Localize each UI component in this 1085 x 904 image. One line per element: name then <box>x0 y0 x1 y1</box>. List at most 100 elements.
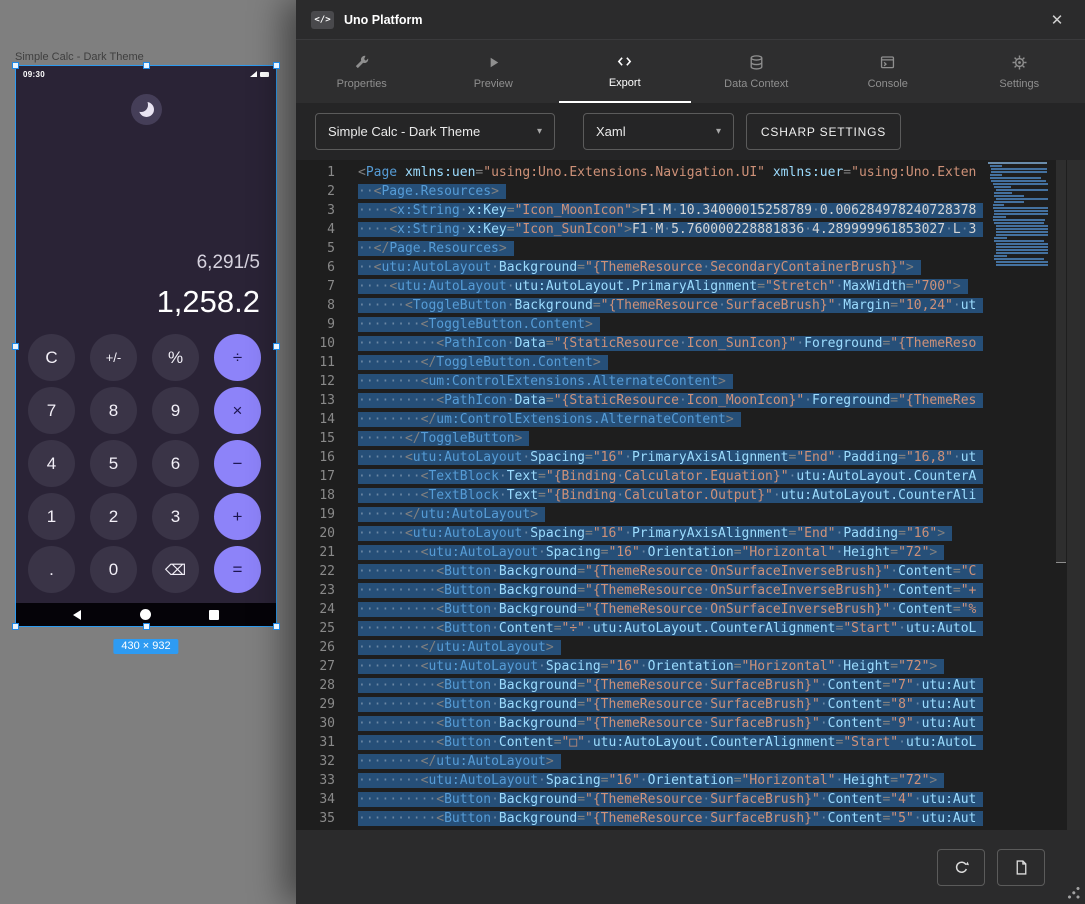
phone-preview[interactable]: 09:30 6,291/5 1,258.2 C+/-%÷789×456−123+… <box>16 66 276 626</box>
close-button[interactable]: ✕ <box>1044 11 1070 29</box>
code-line-11[interactable]: 11········</ToggleButton.Content> <box>296 353 985 372</box>
code-text: ········<utu:AutoLayout·Spacing="16"·Ori… <box>358 543 944 562</box>
code-line-28[interactable]: 28··········<Button·Background="{ThemeRe… <box>296 676 985 695</box>
selection-handle[interactable] <box>143 62 150 69</box>
tab-settings[interactable]: Settings <box>954 40 1085 103</box>
code-editor[interactable]: 1<Page xmlns:uen="using:Uno.Extensions.N… <box>296 160 1085 830</box>
code-line-26[interactable]: 26········</utu:AutoLayout> <box>296 638 985 657</box>
code-line-5[interactable]: 5··</Page.Resources> <box>296 239 985 258</box>
calc-key-8[interactable]: 8 <box>90 387 137 434</box>
resize-grip[interactable] <box>1066 885 1081 900</box>
calc-key-⌫[interactable]: ⌫ <box>152 546 199 593</box>
code-line-3[interactable]: 3····<x:String·x:Key="Icon_MoonIcon">F1·… <box>296 201 985 220</box>
artboard-label[interactable]: Simple Calc - Dark Theme <box>15 51 144 63</box>
code-line-7[interactable]: 7····<utu:AutoLayout·utu:AutoLayout.Prim… <box>296 277 985 296</box>
tab-data-context[interactable]: Data Context <box>691 40 823 103</box>
tab-export[interactable]: Export <box>559 40 691 103</box>
selection-handle[interactable] <box>273 623 280 630</box>
minimap-line <box>990 177 1042 179</box>
code-line-27[interactable]: 27········<utu:AutoLayout·Spacing="16"·O… <box>296 657 985 676</box>
code-line-18[interactable]: 18········<TextBlock·Text="{Binding·Calc… <box>296 486 985 505</box>
code-line-29[interactable]: 29··········<Button·Background="{ThemeRe… <box>296 695 985 714</box>
code-line-12[interactable]: 12········<um:ControlExtensions.Alternat… <box>296 372 985 391</box>
calc-key-+[interactable]: + <box>214 493 261 540</box>
code-line-8[interactable]: 8······<ToggleButton·Background="{ThemeR… <box>296 296 985 315</box>
code-line-23[interactable]: 23··········<Button·Background="{ThemeRe… <box>296 581 985 600</box>
minimap-line <box>991 180 1046 182</box>
code-line-6[interactable]: 6··<utu:AutoLayout·Background="{ThemeRes… <box>296 258 985 277</box>
calc-key-+/-[interactable]: +/- <box>90 334 137 381</box>
page-dropdown[interactable]: Simple Calc - Dark Theme ▾ <box>315 113 555 150</box>
editor-right-strip <box>1067 160 1085 830</box>
calc-key-6[interactable]: 6 <box>152 440 199 487</box>
csharp-settings-button[interactable]: CSHARP SETTINGS <box>746 113 901 150</box>
tab-preview[interactable]: Preview <box>428 40 560 103</box>
calc-key-.[interactable]: . <box>28 546 75 593</box>
code-line-25[interactable]: 25··········<Button·Content="÷"·utu:Auto… <box>296 619 985 638</box>
selection-handle[interactable] <box>12 62 19 69</box>
vertical-scrollbar[interactable] <box>1055 160 1067 830</box>
code-line-16[interactable]: 16······<utu:AutoLayout·Spacing="16"·Pri… <box>296 448 985 467</box>
calc-key-%[interactable]: % <box>152 334 199 381</box>
page-dropdown-value: Simple Calc - Dark Theme <box>328 124 480 139</box>
calc-key-C[interactable]: C <box>28 334 75 381</box>
code-line-2[interactable]: 2··<Page.Resources> <box>296 182 985 201</box>
selection-handle[interactable] <box>12 623 19 630</box>
code-line-21[interactable]: 21········<utu:AutoLayout·Spacing="16"·O… <box>296 543 985 562</box>
calc-key-÷[interactable]: ÷ <box>214 334 261 381</box>
selection-handle[interactable] <box>273 62 280 69</box>
export-file-button[interactable] <box>997 849 1045 886</box>
code-line-22[interactable]: 22··········<Button·Background="{ThemeRe… <box>296 562 985 581</box>
selection-handle[interactable] <box>273 343 280 350</box>
calc-key-7[interactable]: 7 <box>28 387 75 434</box>
code-line-30[interactable]: 30··········<Button·Background="{ThemeRe… <box>296 714 985 733</box>
code-text: ··········<Button·Background="{ThemeReso… <box>358 790 983 809</box>
calc-key-3[interactable]: 3 <box>152 493 199 540</box>
calc-key-9[interactable]: 9 <box>152 387 199 434</box>
refresh-button[interactable] <box>937 849 985 886</box>
calc-key-4[interactable]: 4 <box>28 440 75 487</box>
tab-console[interactable]: Console <box>822 40 954 103</box>
code-line-15[interactable]: 15······</ToggleButton> <box>296 429 985 448</box>
line-number: 20 <box>296 524 358 543</box>
calc-key-5[interactable]: 5 <box>90 440 137 487</box>
nav-home-icon[interactable] <box>140 609 151 620</box>
code-text: ····<x:String·x:Key="Icon_SunIcon">F1·M·… <box>358 220 983 239</box>
code-line-14[interactable]: 14········</um:ControlExtensions.Alterna… <box>296 410 985 429</box>
code-line-17[interactable]: 17········<TextBlock·Text="{Binding·Calc… <box>296 467 985 486</box>
code-line-31[interactable]: 31··········<Button·Content="□"·utu:Auto… <box>296 733 985 752</box>
code-line-13[interactable]: 13··········<PathIcon·Data="{StaticResou… <box>296 391 985 410</box>
code-line-4[interactable]: 4····<x:String·x:Key="Icon_SunIcon">F1·M… <box>296 220 985 239</box>
code-line-24[interactable]: 24··········<Button·Background="{ThemeRe… <box>296 600 985 619</box>
code-line-1[interactable]: 1<Page xmlns:uen="using:Uno.Extensions.N… <box>296 163 985 182</box>
code-line-33[interactable]: 33········<utu:AutoLayout·Spacing="16"·O… <box>296 771 985 790</box>
theme-toggle-button[interactable] <box>131 94 162 125</box>
code-line-19[interactable]: 19······</utu:AutoLayout> <box>296 505 985 524</box>
scrollbar-thumb[interactable] <box>1056 160 1066 563</box>
format-dropdown[interactable]: Xaml ▾ <box>583 113 734 150</box>
minimap[interactable] <box>985 162 1055 830</box>
code-area[interactable]: 1<Page xmlns:uen="using:Uno.Extensions.N… <box>296 160 985 830</box>
calc-key-−[interactable]: − <box>214 440 261 487</box>
selection-handle[interactable] <box>143 623 150 630</box>
minimap-line <box>996 252 1048 254</box>
code-line-34[interactable]: 34··········<Button·Background="{ThemeRe… <box>296 790 985 809</box>
line-number: 21 <box>296 543 358 562</box>
code-line-10[interactable]: 10··········<PathIcon·Data="{StaticResou… <box>296 334 985 353</box>
tab-properties[interactable]: Properties <box>296 40 428 103</box>
nav-recents-icon[interactable] <box>209 610 219 620</box>
code-line-20[interactable]: 20······<utu:AutoLayout·Spacing="16"·Pri… <box>296 524 985 543</box>
code-text: ········<utu:AutoLayout·Spacing="16"·Ori… <box>358 771 944 790</box>
code-line-32[interactable]: 32········</utu:AutoLayout> <box>296 752 985 771</box>
calc-key-2[interactable]: 2 <box>90 493 137 540</box>
line-number: 13 <box>296 391 358 410</box>
calc-key-×[interactable]: × <box>214 387 261 434</box>
code-line-9[interactable]: 9········<ToggleButton.Content> <box>296 315 985 334</box>
calc-key-0[interactable]: 0 <box>90 546 137 593</box>
calc-key-1[interactable]: 1 <box>28 493 75 540</box>
selection-handle[interactable] <box>12 343 19 350</box>
calc-key-=[interactable]: = <box>214 546 261 593</box>
line-number: 1 <box>296 163 358 182</box>
nav-back-icon[interactable] <box>73 610 81 620</box>
code-line-35[interactable]: 35··········<Button·Background="{ThemeRe… <box>296 809 985 828</box>
